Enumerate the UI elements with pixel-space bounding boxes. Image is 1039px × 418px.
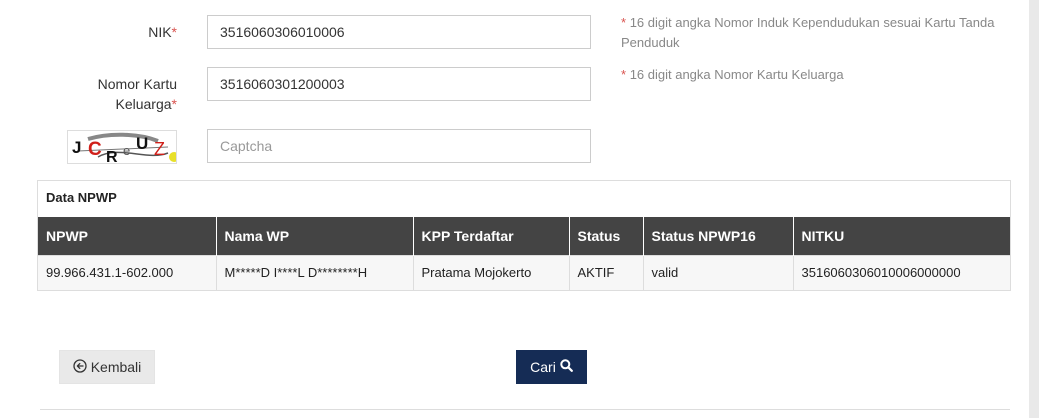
back-button-label: Kembali	[90, 359, 142, 375]
back-button[interactable]: Kembali	[59, 350, 155, 384]
svg-text:C: C	[88, 139, 102, 160]
search-icon	[560, 359, 573, 375]
col-header-status: Status	[569, 217, 644, 255]
col-header-nama-wp: Nama WP	[216, 217, 414, 255]
svg-text:U: U	[136, 134, 148, 153]
captcha-graphic: J C R e U Z	[68, 131, 176, 164]
table-header-row: NPWP Nama WP KPP Terdaftar Status Status…	[38, 217, 1010, 255]
bottom-divider	[40, 409, 1010, 410]
cell-nitku: 3516060306010006000000	[793, 254, 1010, 290]
cell-nama-wp: M*****D I****L D********H	[216, 254, 414, 290]
kk-help-star: *	[621, 67, 627, 82]
search-button[interactable]: Cari	[516, 350, 587, 384]
page: NIK* * 16 digit angka Nomor Induk Kepend…	[0, 0, 1039, 418]
circle-arrow-left-icon	[73, 358, 87, 376]
col-header-npwp: NPWP	[38, 217, 217, 255]
kk-help-text: 16 digit angka Nomor Kartu Keluarga	[629, 67, 844, 82]
kk-label: Nomor Kartu Keluarga*	[37, 74, 177, 114]
kk-input[interactable]	[207, 67, 591, 101]
kk-required-mark: *	[171, 96, 177, 112]
table-row: 99.966.431.1-602.000 M*****D I****L D***…	[38, 254, 1010, 290]
svg-text:J: J	[72, 138, 81, 157]
nik-help-text: 16 digit angka Nomor Induk Kependudukan …	[621, 15, 995, 50]
cell-npwp: 99.966.431.1-602.000	[38, 254, 217, 290]
captcha-input[interactable]	[207, 129, 591, 163]
kk-help: * 16 digit angka Nomor Kartu Keluarga	[621, 65, 1011, 85]
cell-kpp: Pratama Mojokerto	[413, 254, 570, 290]
npwp-result-panel: Data NPWP NPWP Nama WP KPP Terdaftar Sta…	[37, 180, 1011, 291]
nik-help: * 16 digit angka Nomor Induk Kependuduka…	[621, 13, 1011, 53]
svg-text:R: R	[106, 149, 118, 164]
svg-text:Z: Z	[154, 139, 165, 159]
scrollbar-track[interactable]	[1029, 0, 1039, 418]
col-header-kpp: KPP Terdaftar	[413, 217, 570, 255]
panel-heading: Data NPWP	[46, 190, 117, 205]
nik-label-text: NIK	[148, 24, 172, 40]
nik-label: NIK*	[37, 22, 177, 42]
cell-status: AKTIF	[569, 254, 644, 290]
nik-required-mark: *	[171, 24, 177, 40]
kk-label-line1: Nomor Kartu	[97, 76, 177, 92]
svg-text:e: e	[123, 143, 130, 158]
kk-label-line2: Keluarga	[115, 96, 172, 112]
nik-input[interactable]	[207, 15, 591, 49]
cell-status-npwp16: valid	[643, 254, 794, 290]
col-header-status-npwp16: Status NPWP16	[643, 217, 794, 255]
col-header-nitku: NITKU	[793, 217, 1010, 255]
nik-help-star: *	[621, 15, 627, 30]
captcha-image: J C R e U Z	[67, 130, 177, 164]
npwp-table: NPWP Nama WP KPP Terdaftar Status Status…	[38, 217, 1010, 290]
search-button-label: Cari	[530, 359, 556, 375]
